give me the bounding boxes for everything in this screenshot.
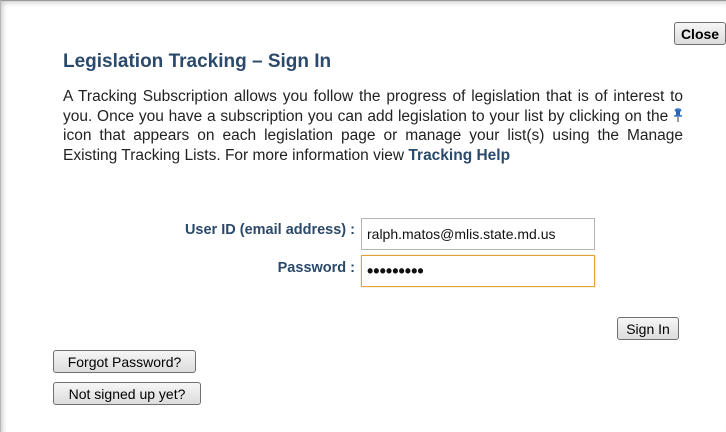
sign-in-button[interactable]: Sign In: [617, 317, 679, 340]
user-id-input[interactable]: [361, 218, 595, 250]
close-button[interactable]: Close: [674, 22, 726, 45]
not-signed-up-button[interactable]: Not signed up yet?: [53, 382, 201, 405]
sign-in-dialog: Close Legislation Tracking – Sign In A T…: [0, 0, 726, 432]
pushpin-icon: [673, 107, 683, 122]
user-id-label: User ID (email address) :: [184, 222, 355, 238]
description-text: A Tracking Subscription allows you follo…: [63, 87, 683, 165]
dialog-title: Legislation Tracking – Sign In: [63, 51, 332, 72]
forgot-password-button[interactable]: Forgot Password?: [53, 350, 196, 373]
description-part-2: icon that appears on each legislation pa…: [63, 127, 683, 164]
description-part-1: A Tracking Subscription allows you follo…: [63, 88, 683, 125]
password-input[interactable]: [361, 255, 595, 287]
password-label: Password :: [277, 260, 355, 276]
tracking-help-link[interactable]: Tracking Help: [408, 147, 510, 164]
